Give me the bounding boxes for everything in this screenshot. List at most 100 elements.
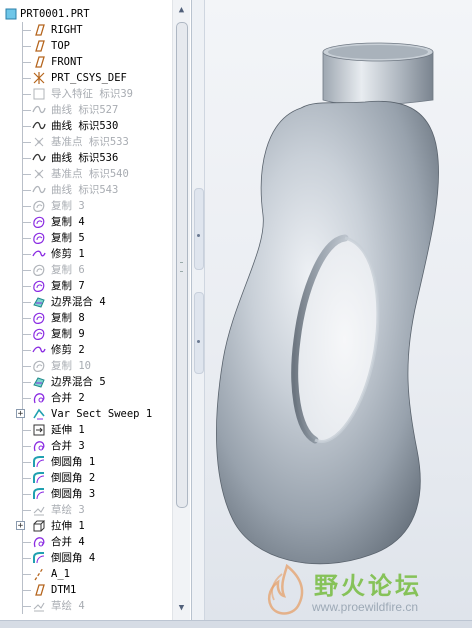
splitter-handle-top[interactable] bbox=[194, 188, 204, 270]
tree-item-label: 曲线 标识543 bbox=[51, 184, 119, 196]
tree-item-label: Var Sect Sweep 1 bbox=[51, 408, 153, 420]
tree-connector bbox=[22, 126, 31, 127]
tree-item[interactable]: DTM1 bbox=[0, 582, 172, 598]
tree-item[interactable]: FRONT bbox=[0, 54, 172, 70]
tree-item-label: 拉伸 1 bbox=[51, 520, 85, 532]
round-icon bbox=[33, 456, 45, 468]
import-feature-icon bbox=[33, 88, 45, 100]
tree-item[interactable]: 曲线 标识543 bbox=[0, 182, 172, 198]
model-tree-scrollbar[interactable]: ▲ ▼ bbox=[172, 0, 190, 620]
tree-item[interactable]: 边界混合 4 bbox=[0, 294, 172, 310]
copy-icon bbox=[33, 328, 45, 340]
tree-item[interactable]: 复制 7 bbox=[0, 278, 172, 294]
tree-connector bbox=[22, 430, 31, 431]
scroll-up-arrow-icon[interactable]: ▲ bbox=[173, 2, 190, 19]
tree-item[interactable]: 复制 8 bbox=[0, 310, 172, 326]
tree-item[interactable]: 基准点 标识533 bbox=[0, 134, 172, 150]
expand-plus-icon[interactable]: + bbox=[16, 521, 25, 531]
tree-item[interactable]: 曲线 标识530 bbox=[0, 118, 172, 134]
tree-item[interactable]: 倒圆角 2 bbox=[0, 470, 172, 486]
part-icon bbox=[5, 8, 17, 20]
tree-item[interactable]: 草绘 4 bbox=[0, 598, 172, 614]
tree-item-label: 边界混合 5 bbox=[51, 376, 106, 388]
model-tree-panel: PRT0001.PRT RIGHT TOP FRONT PRT_CSYS_DEF 导入特征… bbox=[0, 0, 192, 620]
tree-item-label: DTM1 bbox=[51, 584, 77, 596]
tree-item[interactable]: + 拉伸 1 bbox=[0, 518, 172, 534]
tree-item[interactable]: 基准点 标识540 bbox=[0, 166, 172, 182]
tree-connector bbox=[22, 382, 31, 383]
datum-point-icon bbox=[34, 137, 44, 147]
tree-item[interactable]: 曲线 标识527 bbox=[0, 102, 172, 118]
tree-item-label: FRONT bbox=[51, 56, 83, 68]
tree-item[interactable]: 延伸 1 bbox=[0, 422, 172, 438]
tree-item[interactable]: 复制 10 bbox=[0, 358, 172, 374]
tree-item-label: 倒圆角 4 bbox=[51, 552, 96, 564]
tree-connector bbox=[22, 606, 31, 607]
copy-icon bbox=[33, 216, 45, 228]
tree-item[interactable]: + Var Sect Sweep 1 bbox=[0, 406, 172, 422]
tree-root-item[interactable]: PRT0001.PRT bbox=[0, 6, 172, 22]
tree-item-label: 曲线 标识536 bbox=[51, 152, 119, 164]
tree-connector bbox=[22, 318, 31, 319]
tree-item-label: 修剪 2 bbox=[51, 344, 85, 356]
tree-root-label: PRT0001.PRT bbox=[20, 8, 90, 20]
panel-splitter[interactable] bbox=[192, 0, 205, 620]
tree-connector bbox=[22, 494, 31, 495]
tree-connector bbox=[22, 366, 31, 367]
tree-item[interactable]: 合并 3 bbox=[0, 438, 172, 454]
tree-item[interactable]: RIGHT bbox=[0, 22, 172, 38]
tree-item[interactable]: 复制 4 bbox=[0, 214, 172, 230]
tree-item[interactable]: 曲线 标识536 bbox=[0, 150, 172, 166]
tree-item[interactable]: A_1 bbox=[0, 566, 172, 582]
splitter-dot-icon bbox=[197, 340, 200, 343]
tree-item[interactable]: 修剪 1 bbox=[0, 246, 172, 262]
tree-item[interactable]: 倒圆角 4 bbox=[0, 550, 172, 566]
copy-icon bbox=[33, 312, 45, 324]
extend-icon bbox=[33, 424, 45, 436]
tree-item-label: 倒圆角 1 bbox=[51, 456, 96, 468]
copy-icon bbox=[33, 280, 45, 292]
tree-item[interactable]: 复制 3 bbox=[0, 198, 172, 214]
splitter-dot-icon bbox=[197, 234, 200, 237]
tree-item[interactable]: 合并 4 bbox=[0, 534, 172, 550]
tree-item[interactable]: 合并 2 bbox=[0, 390, 172, 406]
tree-item[interactable]: PRT_CSYS_DEF bbox=[0, 70, 172, 86]
tree-item-label: PRT_CSYS_DEF bbox=[51, 72, 127, 84]
tree-item[interactable]: TOP bbox=[0, 38, 172, 54]
tree-connector bbox=[22, 238, 31, 239]
extrude-icon bbox=[33, 520, 46, 532]
tree-connector bbox=[22, 510, 31, 511]
scroll-grip-icon bbox=[180, 262, 183, 272]
boundary-blend-icon bbox=[33, 297, 45, 308]
bottle-neck bbox=[322, 42, 434, 106]
tree-item[interactable]: 复制 6 bbox=[0, 262, 172, 278]
tree-item-label: 延伸 1 bbox=[51, 424, 85, 436]
sketch-icon bbox=[33, 506, 45, 516]
curve-icon bbox=[32, 153, 46, 162]
datum-plane-icon bbox=[35, 584, 45, 596]
tree-item[interactable]: 倒圆角 3 bbox=[0, 486, 172, 502]
tree-item[interactable]: 复制 5 bbox=[0, 230, 172, 246]
tree-connector bbox=[22, 350, 31, 351]
tree-connector bbox=[22, 398, 31, 399]
tree-connector bbox=[22, 286, 31, 287]
flame-logo-icon bbox=[267, 563, 304, 615]
graphics-viewport[interactable] bbox=[205, 0, 472, 620]
tree-connector bbox=[22, 62, 31, 63]
tree-connector bbox=[22, 478, 31, 479]
tree-item-label: 基准点 标识533 bbox=[51, 136, 129, 148]
tree-item[interactable]: 复制 9 bbox=[0, 326, 172, 342]
tree-item[interactable]: 导入特征 标识39 bbox=[0, 86, 172, 102]
tree-item[interactable]: 草绘 3 bbox=[0, 502, 172, 518]
scroll-down-arrow-icon[interactable]: ▼ bbox=[173, 600, 190, 617]
tree-item[interactable]: 修剪 2 bbox=[0, 342, 172, 358]
round-icon bbox=[33, 472, 45, 484]
tree-item[interactable]: 边界混合 5 bbox=[0, 374, 172, 390]
expand-plus-icon[interactable]: + bbox=[16, 409, 25, 419]
tree-item[interactable]: 倒圆角 1 bbox=[0, 454, 172, 470]
tree-item-label: 复制 10 bbox=[51, 360, 91, 372]
tree-connector bbox=[22, 174, 31, 175]
round-icon bbox=[33, 488, 45, 500]
splitter-handle-bottom[interactable] bbox=[194, 292, 204, 374]
tree-connector bbox=[22, 334, 31, 335]
